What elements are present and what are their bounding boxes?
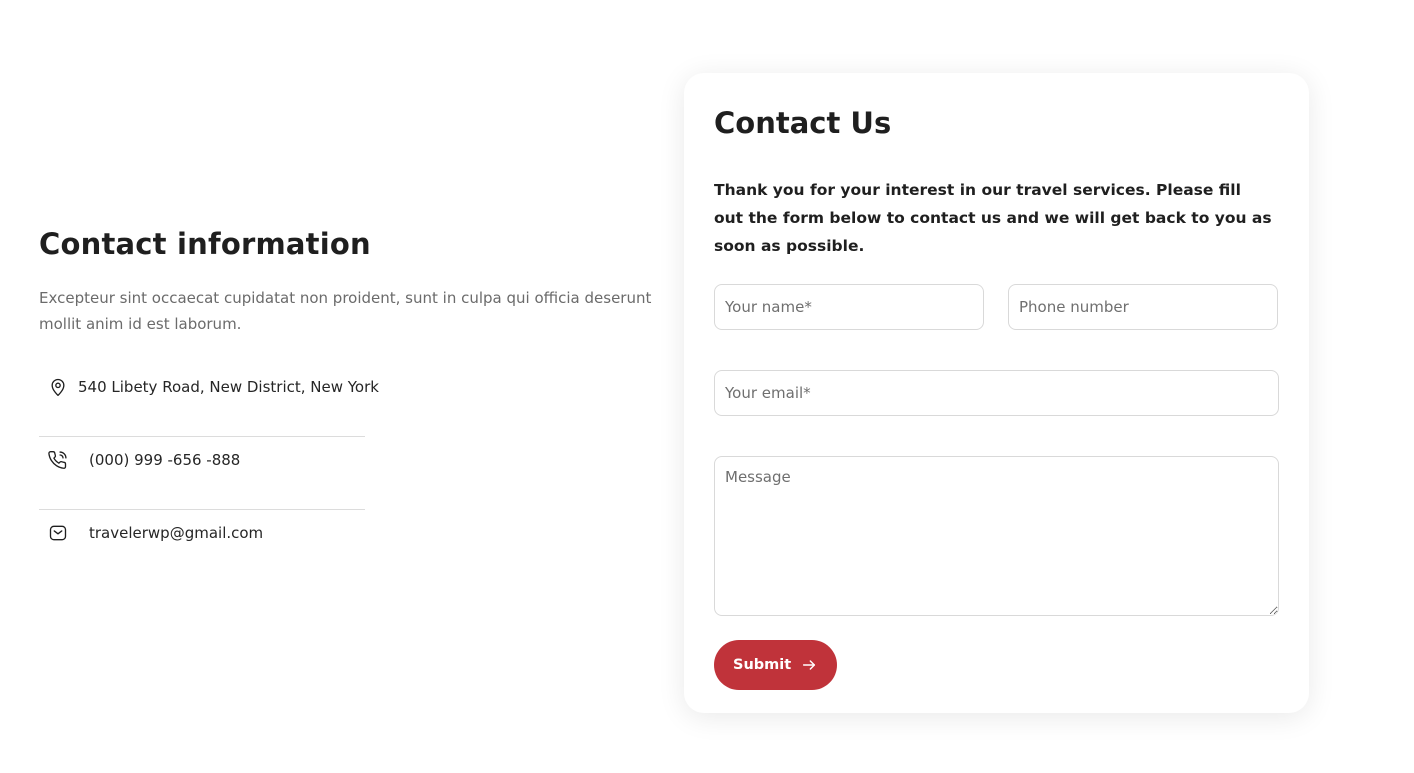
- name-input[interactable]: [714, 284, 984, 330]
- contact-details-list: 540 Libety Road, New District, New York …: [39, 364, 379, 556]
- contact-form-title: Contact Us: [714, 106, 892, 140]
- contact-information-title: Contact information: [39, 227, 371, 261]
- location-pin-icon: [39, 375, 68, 399]
- email-text: travelerwp@gmail.com: [89, 524, 264, 542]
- submit-button-label: Submit: [733, 657, 792, 673]
- phone-text: (000) 999 -656 -888: [89, 451, 241, 469]
- arrow-right-icon: [801, 657, 817, 673]
- phone-item: (000) 999 -656 -888: [39, 437, 365, 483]
- contact-page: Contact information Excepteur sint occae…: [0, 0, 1414, 773]
- contact-information-description: Excepteur sint occaecat cupidatat non pr…: [39, 289, 652, 333]
- address-text: 540 Libety Road, New District, New York: [78, 378, 379, 396]
- name-phone-row: [714, 284, 1279, 330]
- email-input[interactable]: [714, 370, 1279, 416]
- phone-input[interactable]: [1008, 284, 1278, 330]
- contact-form-card: Contact Us Thank you for your interest i…: [684, 73, 1309, 713]
- email-item: travelerwp@gmail.com: [39, 510, 365, 556]
- phone-icon: [39, 448, 79, 472]
- address-item: 540 Libety Road, New District, New York: [39, 364, 379, 410]
- message-textarea[interactable]: [714, 456, 1279, 616]
- contact-information-section: Contact information Excepteur sint occae…: [39, 224, 659, 556]
- submit-button[interactable]: Submit: [714, 640, 838, 690]
- contact-form-intro: Thank you for your interest in our trave…: [714, 181, 1272, 255]
- mail-icon: [39, 521, 79, 545]
